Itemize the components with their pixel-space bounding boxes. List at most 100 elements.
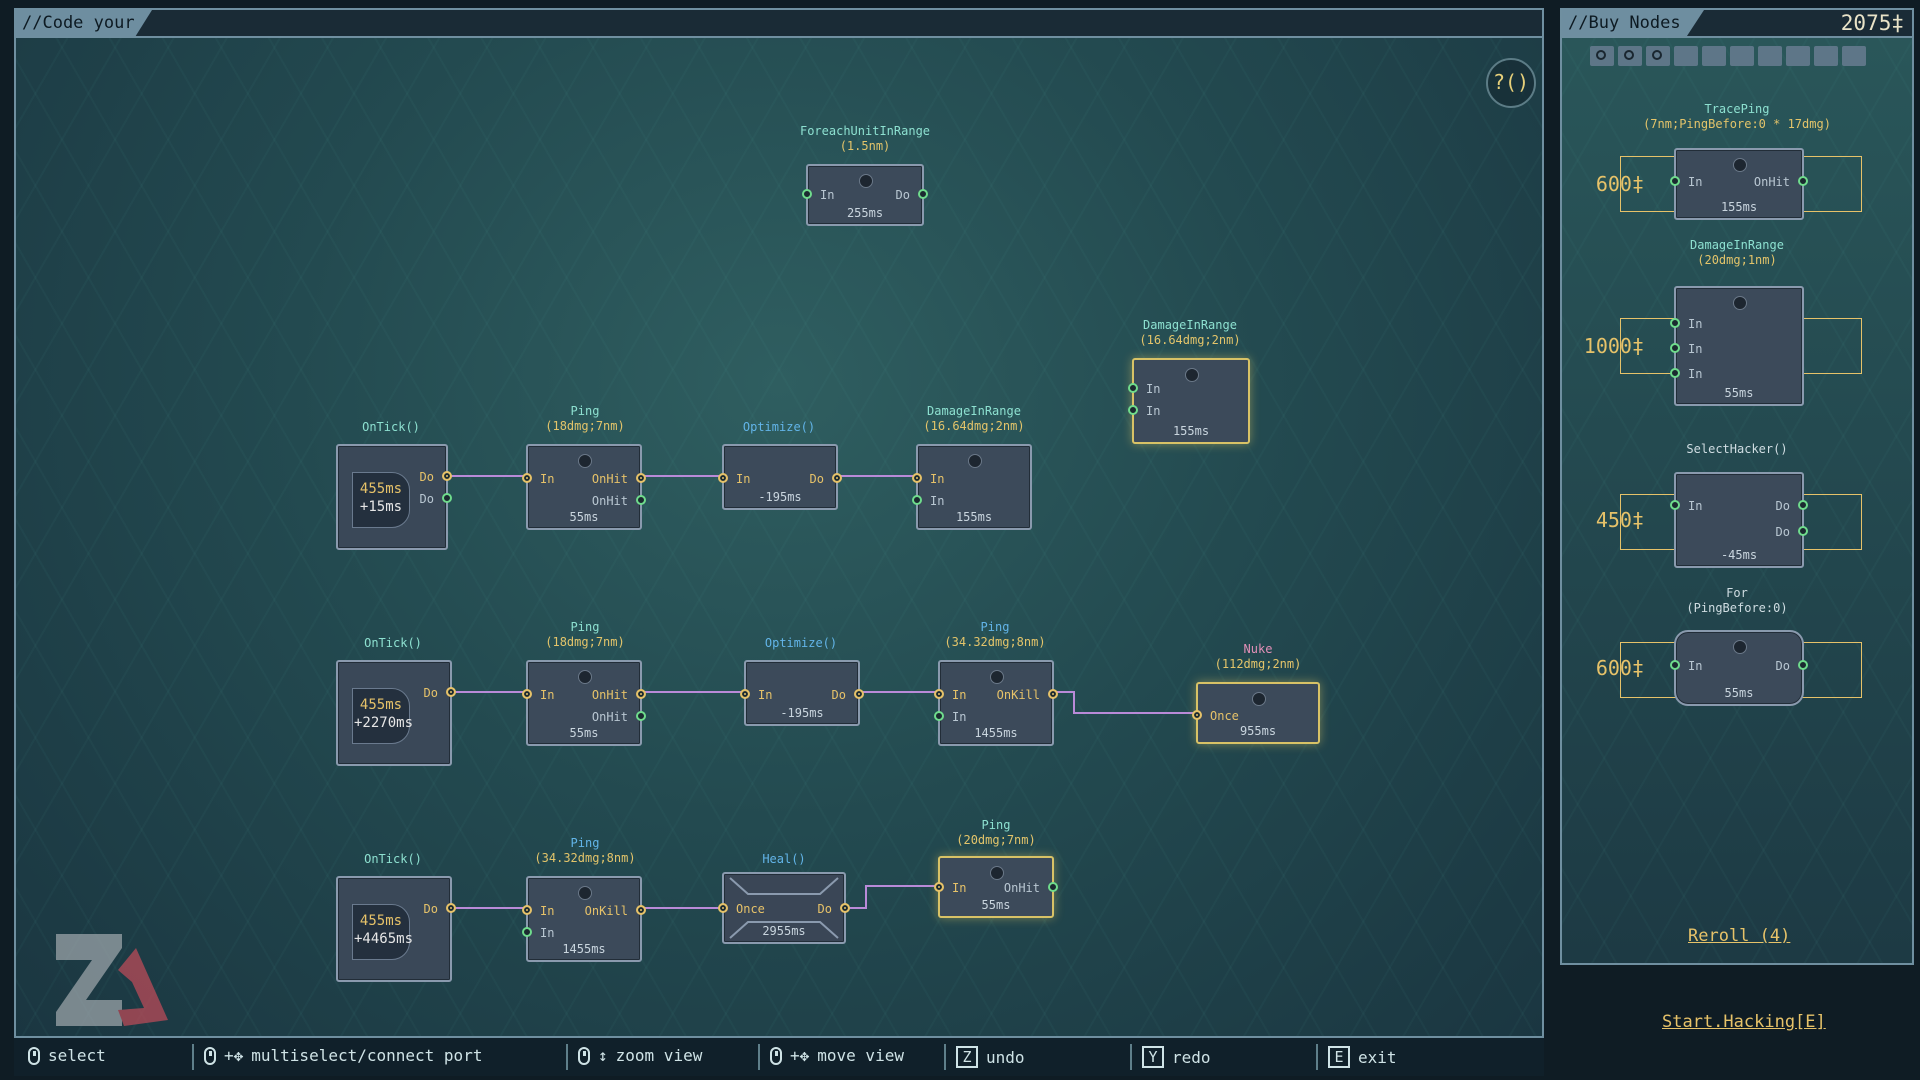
in-port[interactable] xyxy=(522,689,532,699)
tick-time: 455ms xyxy=(359,697,403,713)
in-port[interactable] xyxy=(912,473,922,483)
in-port[interactable] xyxy=(802,189,812,199)
port-label: Do xyxy=(1775,499,1790,513)
watermark-logo xyxy=(56,934,168,1026)
mouse-right-icon xyxy=(770,1046,782,1065)
out-port[interactable] xyxy=(636,711,646,721)
shop-item-damage-in-range[interactable]: In In In 55ms xyxy=(1670,286,1804,406)
port-label: OnKill xyxy=(584,904,628,918)
in-port[interactable] xyxy=(912,495,922,505)
port-label: Once xyxy=(736,902,765,916)
in-port[interactable] xyxy=(934,689,944,699)
out-port[interactable] xyxy=(1798,526,1808,536)
out-port[interactable] xyxy=(636,495,646,505)
out-port[interactable] xyxy=(442,493,452,503)
in-port[interactable] xyxy=(1670,343,1680,353)
node-title-r2-nuke: Nuke (112dmg;2nm) xyxy=(1196,642,1320,672)
slot-icon[interactable] xyxy=(1814,46,1838,66)
node-gear-icon xyxy=(990,866,1004,880)
port-label: OnKill xyxy=(996,688,1040,702)
slot-icon[interactable] xyxy=(1702,46,1726,66)
port-label: In xyxy=(540,904,555,918)
out-port[interactable] xyxy=(854,689,864,699)
slot-icon[interactable] xyxy=(1786,46,1810,66)
out-port[interactable] xyxy=(840,903,850,913)
out-port[interactable] xyxy=(1798,660,1808,670)
shop-item-price: 600‡ xyxy=(1595,172,1644,196)
out-port[interactable] xyxy=(832,473,842,483)
node-optimize-1[interactable]: In Do -195ms xyxy=(718,444,842,510)
tick-offset: +4465ms xyxy=(354,931,414,947)
out-port[interactable] xyxy=(1798,176,1808,186)
node-damage-in-range[interactable]: In In 155ms xyxy=(1128,358,1250,444)
port-label: In xyxy=(1146,382,1161,396)
in-port[interactable] xyxy=(1670,500,1680,510)
in-port[interactable] xyxy=(1670,368,1680,378)
node-optimize-2[interactable]: In Do -195ms xyxy=(740,660,864,726)
shop-item-select-hacker[interactable]: In Do Do -45ms xyxy=(1670,472,1808,568)
node-title-r2-tick: OnTick() xyxy=(336,636,450,651)
in-port[interactable] xyxy=(740,689,750,699)
out-port[interactable] xyxy=(446,903,456,913)
refresh-icon[interactable] xyxy=(1590,46,1614,66)
node-ping-1[interactable]: In OnHit OnHit 55ms xyxy=(522,444,646,530)
in-port[interactable] xyxy=(522,473,532,483)
out-port[interactable] xyxy=(442,471,452,481)
in-port[interactable] xyxy=(1670,176,1680,186)
out-port[interactable] xyxy=(636,473,646,483)
node-name: Ping xyxy=(980,620,1010,634)
node-on-tick-3[interactable]: 455ms +4465ms Do xyxy=(336,876,456,982)
divider xyxy=(758,1044,760,1070)
out-port[interactable] xyxy=(1048,882,1058,892)
refresh-icon[interactable] xyxy=(1618,46,1642,66)
slot-icon[interactable] xyxy=(1758,46,1782,66)
out-port[interactable] xyxy=(1798,500,1808,510)
node-heal[interactable]: Once Do 2955ms xyxy=(718,872,850,944)
in-port[interactable] xyxy=(1670,318,1680,328)
node-ping-2[interactable]: In OnHit OnHit 55ms xyxy=(522,660,646,746)
out-port[interactable] xyxy=(918,189,928,199)
node-params: (1.5nm) xyxy=(839,139,891,153)
node-nuke[interactable]: Once 955ms xyxy=(1192,682,1320,744)
port-label: In xyxy=(1688,175,1703,189)
slot-icon[interactable] xyxy=(1842,46,1866,66)
shop-item-title-2: DamageInRange (20dmg;1nm) xyxy=(1656,238,1818,268)
node-time: 155ms xyxy=(1172,424,1210,438)
out-port[interactable] xyxy=(636,689,646,699)
node-on-tick-2[interactable]: 455ms +2270ms Do xyxy=(336,660,456,766)
node-ping-3[interactable]: In In OnKill 1455ms xyxy=(934,660,1058,746)
in-port[interactable] xyxy=(718,473,728,483)
in-port[interactable] xyxy=(1128,383,1138,393)
start-hacking-button[interactable]: Start.Hacking[E] xyxy=(1662,1012,1826,1032)
in-port[interactable] xyxy=(934,882,944,892)
node-ping-4[interactable]: In In OnKill 1455ms xyxy=(522,876,646,962)
out-port[interactable] xyxy=(446,687,456,697)
node-on-tick-1[interactable]: 455ms +15ms Do Do xyxy=(336,444,452,550)
port-label: Do xyxy=(419,492,434,506)
refresh-icon[interactable] xyxy=(1646,46,1670,66)
shop-item-trace-ping[interactable]: In OnHit 155ms xyxy=(1670,148,1808,220)
node-name: Ping xyxy=(570,620,600,634)
in-port[interactable] xyxy=(1128,405,1138,415)
hint-label: zoom view xyxy=(615,1046,703,1065)
node-gear-icon xyxy=(578,886,592,900)
node-foreach-unit-in-range[interactable]: In Do 255ms xyxy=(802,164,928,226)
slot-icon[interactable] xyxy=(1730,46,1754,66)
port-label: In xyxy=(1688,342,1703,356)
shop-item-for[interactable]: In Do 55ms xyxy=(1670,630,1808,706)
out-port[interactable] xyxy=(1048,689,1058,699)
slot-icon[interactable] xyxy=(1674,46,1698,66)
in-port[interactable] xyxy=(934,711,944,721)
in-port[interactable] xyxy=(1670,660,1680,670)
in-port[interactable] xyxy=(522,905,532,915)
in-port[interactable] xyxy=(718,903,728,913)
node-damage-in-range-1[interactable]: In In 155ms xyxy=(912,444,1032,530)
divider xyxy=(1316,1044,1318,1070)
out-port[interactable] xyxy=(636,905,646,915)
reroll-button[interactable]: Reroll (4) xyxy=(1688,926,1790,946)
node-name: DamageInRange xyxy=(927,404,1021,418)
help-button[interactable]: ?() xyxy=(1486,58,1536,108)
in-port[interactable] xyxy=(1192,710,1202,720)
node-ping-5[interactable]: In OnHit 55ms xyxy=(934,856,1058,918)
in-port[interactable] xyxy=(522,927,532,937)
